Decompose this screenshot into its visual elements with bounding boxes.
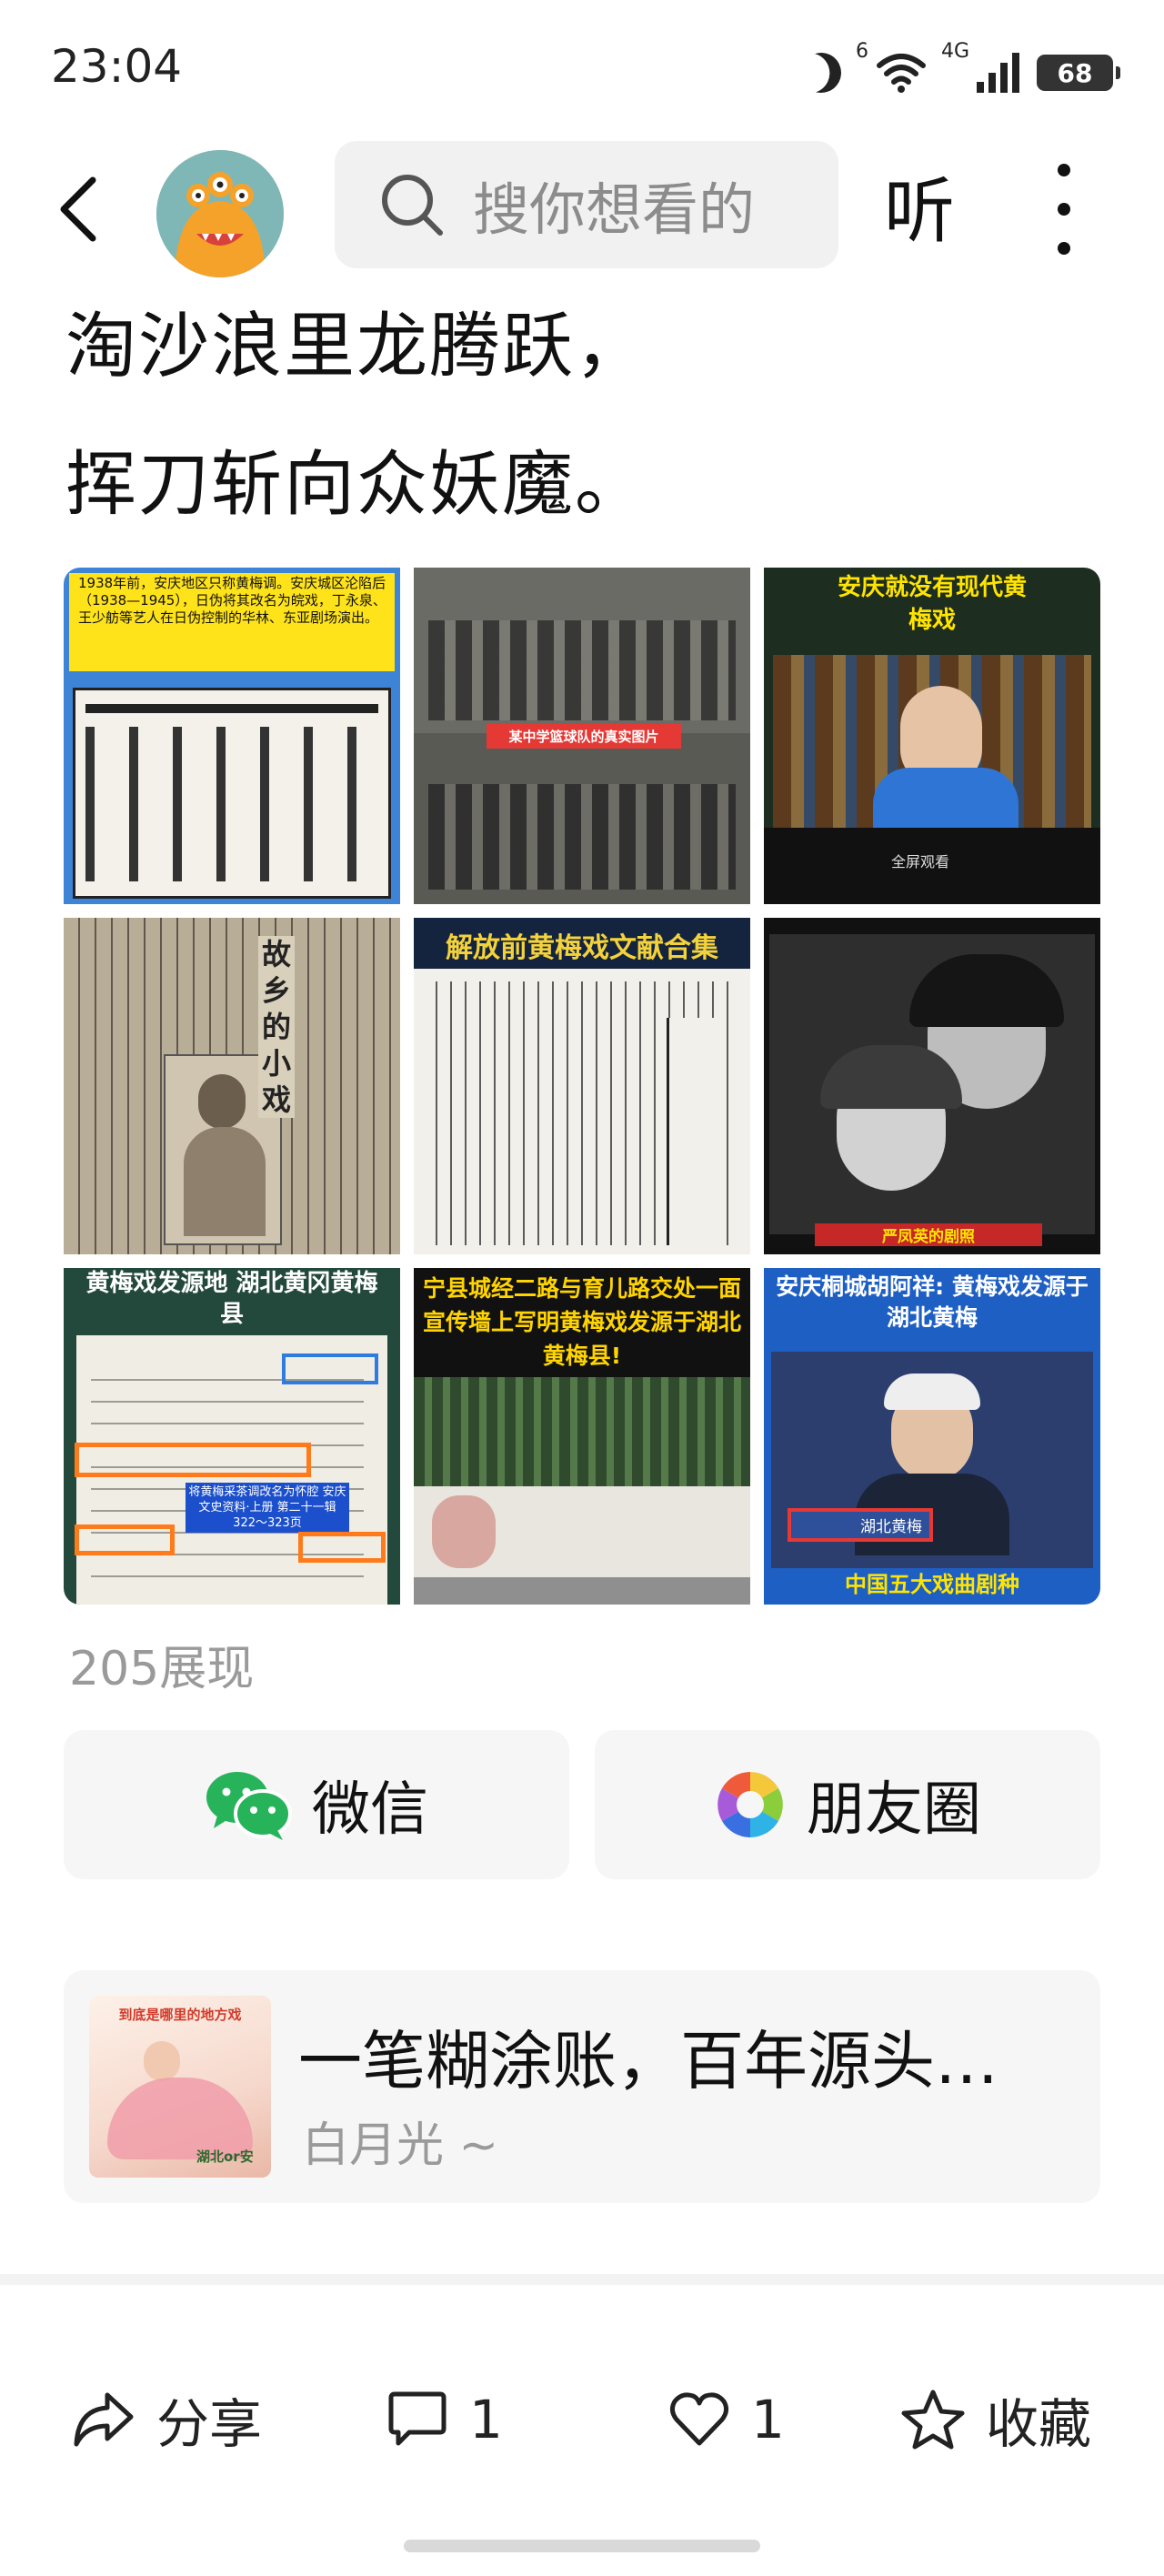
wifi-version-label: 6 bbox=[855, 40, 868, 63]
related-thumb-tag: 湖北or安 bbox=[196, 2148, 254, 2165]
listen-button[interactable]: 听 bbox=[884, 155, 955, 257]
image-caption-8: 宁县城经二路与育儿路交处一面宣传墙上写明黄梅戏发源于湖北黄梅县! bbox=[422, 1275, 741, 1369]
comment-count: 1 bbox=[469, 2389, 503, 2450]
like-count: 1 bbox=[751, 2389, 785, 2450]
image-thumb-8[interactable]: 宁县城经二路与育儿路交处一面宣传墙上写明黄梅戏发源于湖北黄梅县! bbox=[414, 1268, 750, 1605]
image-caption-3: 安庆就没有现代黄梅戏 bbox=[837, 574, 1027, 634]
poem-line-2: 挥刀斩向众妖魔。 bbox=[65, 444, 648, 526]
home-indicator[interactable] bbox=[404, 2540, 760, 2552]
signal-icon bbox=[977, 53, 1019, 93]
moments-icon bbox=[717, 1772, 783, 1837]
image-thumb-7[interactable]: 黄梅戏发源地 湖北黄冈黄梅县 将黄梅采茶调改名为怀腔 安庆文史资料·上册 第二十… bbox=[64, 1268, 400, 1605]
status-icons: 6 4G 68 bbox=[801, 40, 1120, 100]
image-badge-9: 湖北黄梅 bbox=[788, 1508, 933, 1542]
image-caption-9: 安庆桐城胡阿祥: 黄梅戏发源于湖北黄梅 bbox=[776, 1273, 1089, 1331]
share-wechat-button[interactable]: 微信 bbox=[64, 1730, 569, 1879]
search-input[interactable]: 搜你想看的 bbox=[335, 141, 838, 268]
image-footer-9: 中国五大戏曲剧种 bbox=[845, 1572, 1019, 1597]
image-caption-7: 黄梅戏发源地 湖北黄冈黄梅县 bbox=[85, 1270, 378, 1328]
more-dot-icon bbox=[1058, 242, 1070, 255]
collect-label: 收藏 bbox=[986, 2393, 1092, 2455]
image-caption-4: 故乡的小戏 bbox=[258, 936, 295, 1118]
fullscreen-label[interactable]: 全屏观看 bbox=[891, 850, 949, 871]
image-thumb-9[interactable]: 安庆桐城胡阿祥: 黄梅戏发源于湖北黄梅 湖北黄梅 中国五大戏曲剧种 bbox=[764, 1268, 1100, 1605]
section-divider bbox=[0, 2274, 1164, 2285]
poem-line-1: 淘沙浪里龙腾跃， bbox=[65, 306, 648, 387]
do-not-disturb-icon bbox=[796, 47, 847, 98]
more-options-button[interactable] bbox=[1046, 164, 1082, 255]
image-caption-2: 某中学篮球队的真实图片 bbox=[487, 724, 681, 749]
avatar[interactable] bbox=[156, 150, 284, 277]
search-placeholder: 搜你想看的 bbox=[473, 176, 756, 243]
chevron-left-icon bbox=[60, 176, 96, 242]
status-time: 23:04 bbox=[51, 40, 183, 93]
battery-indicator: 68 bbox=[1037, 55, 1120, 91]
related-title: 一笔糊涂账，百年源头… bbox=[298, 2024, 998, 2098]
share-icon bbox=[74, 2392, 134, 2447]
more-dot-icon bbox=[1058, 203, 1070, 216]
back-button[interactable] bbox=[45, 173, 118, 246]
status-bar: 23:04 6 4G 68 bbox=[0, 0, 1164, 136]
related-thumbnail: 到底是哪里的地方戏 湖北or安 bbox=[89, 1996, 271, 2178]
comment-button[interactable]: 1 bbox=[386, 2383, 503, 2456]
image-thumb-6[interactable]: 严凤英的剧照 bbox=[764, 918, 1100, 1254]
top-nav: 搜你想看的 听 bbox=[0, 136, 1164, 277]
image-thumb-4[interactable]: 故乡的小戏 bbox=[64, 918, 400, 1254]
search-icon bbox=[382, 175, 443, 236]
image-caption-6: 严凤英的剧照 bbox=[815, 1223, 1042, 1246]
image-caption-1: 1938年前，安庆地区只称黄梅调。安庆城区沦陷后（1938—1945），日伪将其… bbox=[78, 575, 386, 626]
related-thumb-caption: 到底是哪里的地方戏 bbox=[118, 2007, 242, 2023]
impressions-count: 205展现 bbox=[69, 1642, 255, 1696]
image-grid: 1938年前，安庆地区只称黄梅调。安庆城区沦陷后（1938—1945），日伪将其… bbox=[64, 568, 1100, 1605]
image-note-7: 将黄梅采茶调改名为怀腔 安庆文史资料·上册 第二十一辑 322～323页 bbox=[186, 1483, 349, 1533]
comment-icon bbox=[388, 2391, 447, 2446]
monster-avatar-icon bbox=[156, 150, 284, 277]
related-author: 白月光 ~ bbox=[302, 2118, 499, 2173]
share-action-label: 分享 bbox=[156, 2393, 263, 2455]
image-thumb-3[interactable]: 安庆就没有现代黄梅戏 全屏观看 bbox=[764, 568, 1100, 904]
share-moments-button[interactable]: 朋友圈 bbox=[595, 1730, 1100, 1879]
image-thumb-1[interactable]: 1938年前，安庆地区只称黄梅调。安庆城区沦陷后（1938—1945），日伪将其… bbox=[64, 568, 400, 904]
like-button[interactable]: 1 bbox=[667, 2383, 785, 2456]
wechat-icon bbox=[206, 1772, 292, 1840]
share-wechat-label: 微信 bbox=[312, 1776, 428, 1844]
image-thumb-5[interactable]: 解放前黄梅戏文献合集 bbox=[414, 918, 750, 1254]
collect-button[interactable]: 收藏 bbox=[900, 2383, 1091, 2456]
more-dot-icon bbox=[1058, 164, 1070, 176]
heart-icon bbox=[669, 2392, 729, 2446]
share-moments-label: 朋友圈 bbox=[807, 1776, 981, 1844]
wifi-icon bbox=[876, 54, 926, 93]
share-action-button[interactable]: 分享 bbox=[71, 2383, 262, 2456]
image-thumb-2[interactable]: 某中学篮球队的真实图片 bbox=[414, 568, 750, 904]
related-article-card[interactable]: 到底是哪里的地方戏 湖北or安 一笔糊涂账，百年源头… 白月光 ~ bbox=[64, 1970, 1100, 2203]
battery-level: 68 bbox=[1057, 57, 1093, 88]
network-type-label: 4G bbox=[940, 40, 969, 63]
star-icon bbox=[901, 2390, 965, 2450]
image-caption-5: 解放前黄梅戏文献合集 bbox=[446, 932, 718, 964]
